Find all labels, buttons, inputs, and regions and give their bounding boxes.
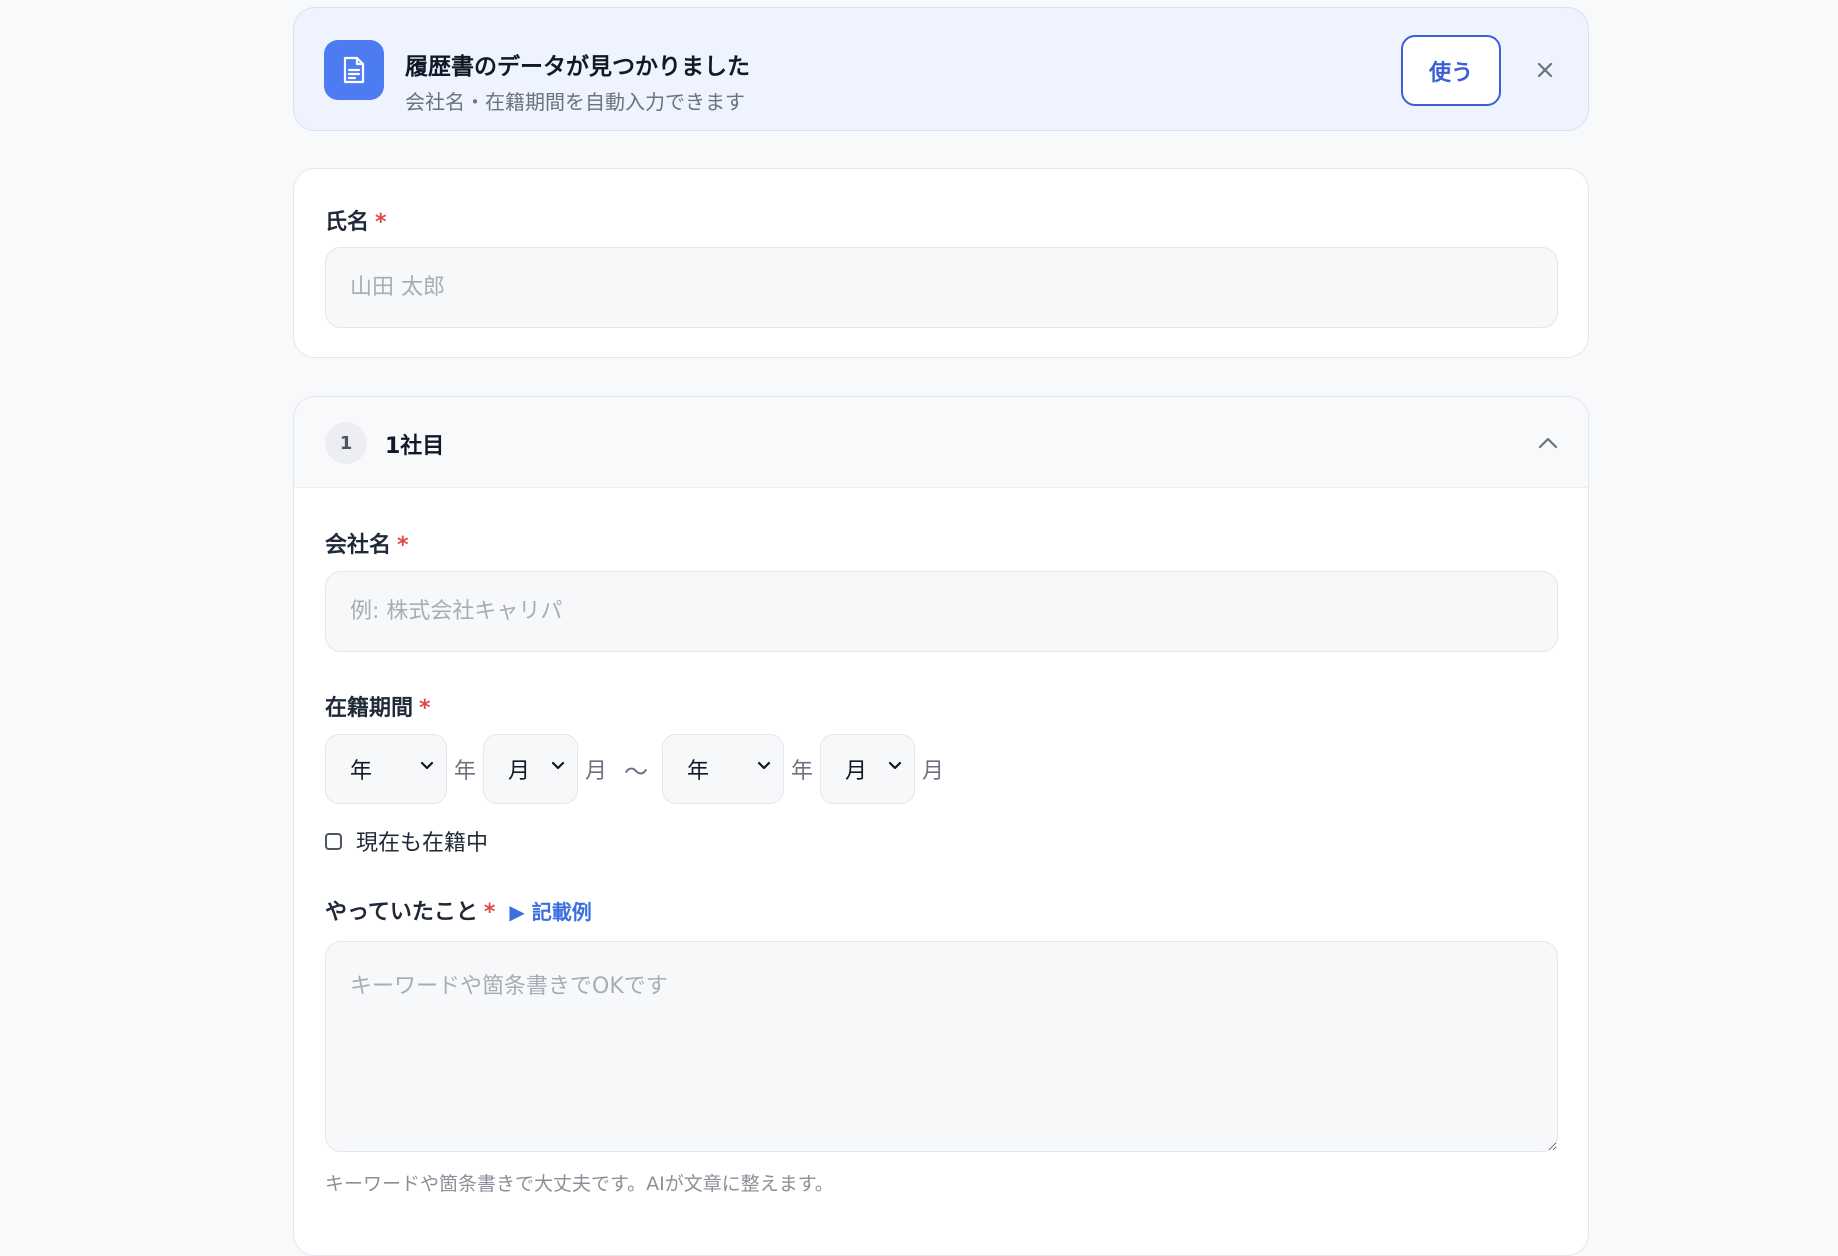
required-mark: *: [375, 210, 387, 235]
chevron-down-icon: [888, 761, 902, 770]
end-month-value: 月: [845, 759, 868, 784]
period-label: 在籍期間 *: [325, 690, 431, 722]
required-mark: *: [419, 696, 431, 721]
collapse-toggle[interactable]: [1530, 425, 1566, 461]
end-year-unit: 年: [791, 759, 814, 784]
duties-label: やっていたこと * ▶ 記載例: [325, 894, 592, 926]
chevron-down-icon: [420, 761, 434, 770]
company-header[interactable]: 1 1社目: [294, 397, 1588, 488]
currently-employed-label[interactable]: 現在も在籍中: [356, 825, 488, 857]
period-separator: 〜: [624, 757, 649, 786]
start-year-unit: 年: [454, 759, 477, 784]
company-name-label-text: 会社名: [325, 533, 392, 558]
name-label: 氏名 *: [325, 204, 387, 236]
banner-title: 履歴書のデータが見つかりました: [405, 54, 750, 80]
currently-employed-row[interactable]: 現在も在籍中: [325, 824, 488, 858]
chevron-up-icon: [1538, 437, 1558, 449]
company-number-badge: 1: [325, 422, 367, 464]
close-icon: [1537, 62, 1553, 78]
start-year-select[interactable]: 年: [325, 734, 447, 804]
chevron-down-icon: [551, 761, 565, 770]
close-banner-button[interactable]: [1527, 52, 1563, 88]
required-mark: *: [483, 900, 496, 925]
duties-textarea[interactable]: [325, 941, 1558, 1152]
required-mark: *: [397, 533, 409, 558]
chevron-down-icon: [757, 761, 771, 770]
period-row: 年 年 月 月 〜 年 年 月 月: [325, 734, 951, 804]
end-year-value: 年: [687, 759, 710, 784]
period-label-text: 在籍期間: [325, 696, 414, 721]
duties-label-text: やっていたこと: [325, 900, 478, 925]
end-month-select[interactable]: 月: [820, 734, 916, 804]
use-resume-button[interactable]: 使う: [1401, 35, 1501, 106]
document-icon: [324, 40, 384, 100]
start-month-unit: 月: [585, 759, 608, 784]
name-input[interactable]: [325, 247, 1558, 328]
name-card: 氏名 *: [293, 168, 1589, 358]
resume-data-banner: 履歴書のデータが見つかりました 会社名・在籍期間を自動入力できます 使う: [293, 7, 1589, 131]
company-name-label: 会社名 *: [325, 527, 409, 559]
company-title: 1社目: [385, 434, 445, 459]
end-year-select[interactable]: 年: [662, 734, 785, 804]
company-card: 1 1社目 会社名* 在籍期間* 年 年 月: [293, 396, 1589, 1256]
start-year-value: 年: [350, 759, 373, 784]
currently-employed-checkbox[interactable]: [325, 832, 342, 850]
start-month-select[interactable]: 月: [483, 734, 579, 804]
end-month-unit: 月: [922, 759, 945, 784]
example-link[interactable]: ▶ 記載例: [509, 900, 591, 924]
company-name-input[interactable]: [325, 571, 1558, 652]
banner-subtitle: 会社名・在籍期間を自動入力できます: [405, 90, 745, 114]
start-month-value: 月: [508, 759, 531, 784]
name-label-text: 氏名: [325, 210, 370, 235]
duties-hint: キーワードや箇条書きで大丈夫です。AIが文章に整えます。: [325, 1173, 834, 1195]
